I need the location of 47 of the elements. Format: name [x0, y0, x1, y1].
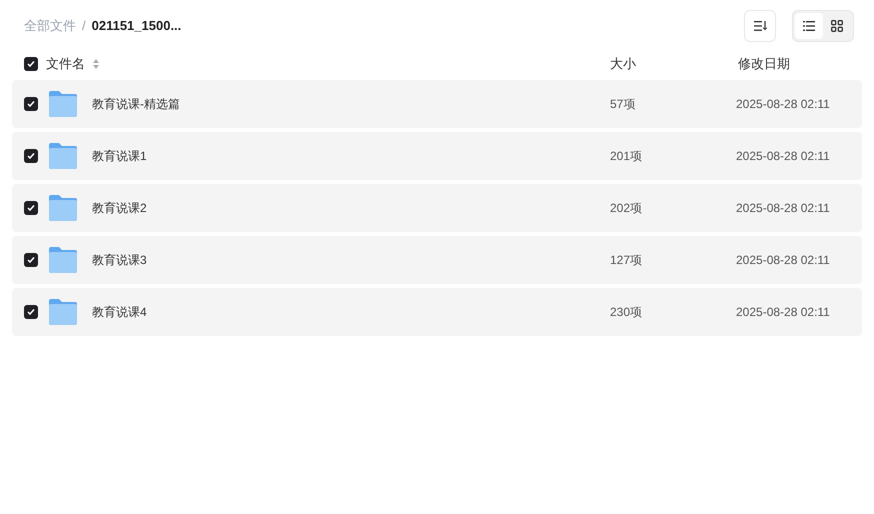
- item-count: 202项: [610, 200, 644, 217]
- checkbox[interactable]: [24, 57, 38, 71]
- modified-date: 2025-08-28 02:11: [736, 148, 831, 165]
- folder-icon: [48, 298, 78, 326]
- checkbox[interactable]: [24, 253, 38, 267]
- file-name: 教育说课1: [92, 148, 147, 165]
- breadcrumb-item: 021151_1500...: [92, 17, 182, 36]
- check-icon: [27, 60, 35, 68]
- column-header[interactable]: 文件名: [46, 54, 85, 74]
- modified-date: 2025-08-28 02:11: [736, 200, 831, 217]
- file-row[interactable]: 教育说课3 127项 2025-08-28 02:11: [12, 236, 862, 284]
- modified-date: 2025-08-28 02:11: [736, 304, 831, 321]
- modified-date: 2025-08-28 02:11: [736, 96, 831, 113]
- folder-icon: [48, 90, 78, 118]
- file-name: 教育说课-精选篇: [92, 96, 180, 113]
- file-row[interactable]: 教育说课-精选篇 57项 2025-08-28 02:11: [12, 80, 862, 128]
- check-icon: [27, 204, 35, 212]
- file-row[interactable]: 教育说课4 230项 2025-08-28 02:11: [12, 288, 862, 336]
- modified-date: 2025-08-28 02:11: [736, 252, 831, 269]
- folder-icon: [48, 194, 78, 222]
- check-icon: [27, 308, 35, 316]
- check-icon: [27, 100, 35, 108]
- grid-icon: [831, 20, 843, 32]
- checkbox[interactable]: [24, 149, 38, 163]
- check-icon: [27, 152, 35, 160]
- folder-icon: [48, 142, 78, 170]
- item-count: 201项: [610, 148, 644, 165]
- file-name: 教育说课2: [92, 200, 147, 217]
- checkbox[interactable]: [24, 305, 38, 319]
- file-name: 教育说课4: [92, 304, 147, 321]
- check-icon: [27, 256, 35, 264]
- item-count: 127项: [610, 252, 644, 269]
- view-button[interactable]: [795, 13, 823, 39]
- breadcrumb-separator: /: [82, 17, 86, 36]
- file-row[interactable]: 教育说课2 202项 2025-08-28 02:11: [12, 184, 862, 232]
- sort-button[interactable]: [744, 10, 776, 42]
- file-name: 教育说课3: [92, 252, 147, 269]
- folder-icon: [48, 246, 78, 274]
- item-count: 230项: [610, 304, 644, 321]
- column-header: 修改日期: [737, 55, 791, 74]
- checkbox[interactable]: [24, 201, 38, 215]
- column-header: 大小: [610, 55, 637, 74]
- checkbox[interactable]: [24, 97, 38, 111]
- file-row[interactable]: 教育说课1 201项 2025-08-28 02:11: [12, 132, 862, 180]
- sort-icon: [754, 21, 766, 31]
- item-count: 57项: [610, 96, 636, 113]
- list-icon: [803, 21, 815, 31]
